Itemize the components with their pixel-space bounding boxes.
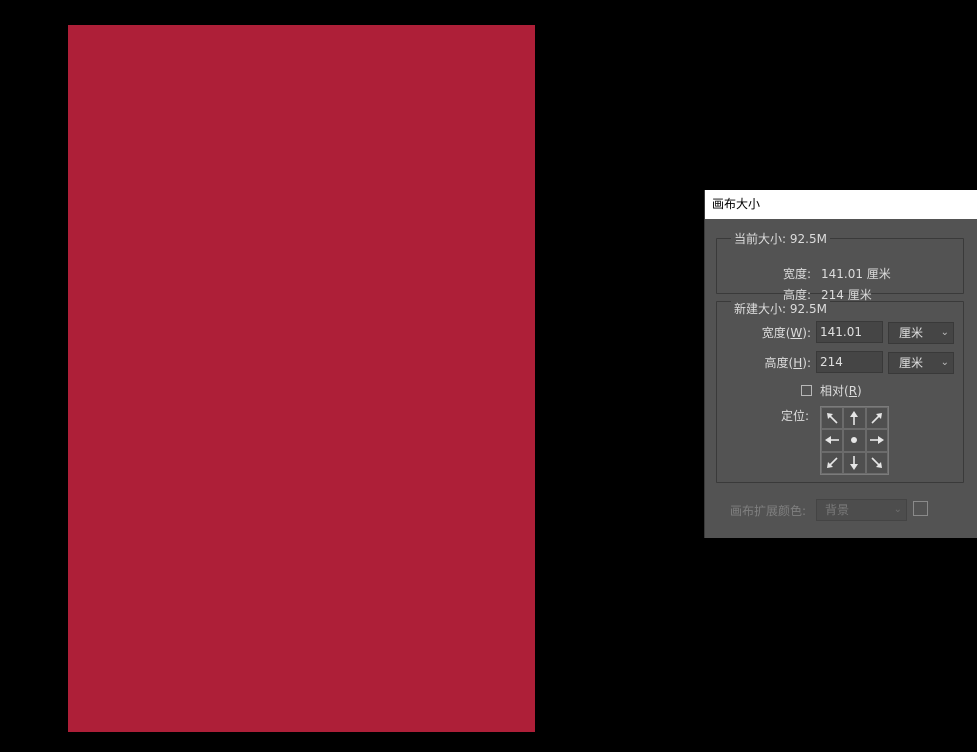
arrow-down-left-icon	[827, 457, 838, 468]
chevron-down-icon: ⌄	[940, 327, 949, 338]
new-height-label: 高度(H):	[764, 356, 811, 370]
chevron-down-icon: ⌄	[940, 357, 949, 368]
current-width-value: 141.01 厘米	[821, 267, 891, 281]
extension-color-value: 背景	[825, 503, 850, 517]
current-size-group: 当前大小: 92.5M 宽度: 141.01 厘米 高度: 214 厘米	[716, 230, 964, 302]
arrow-right-icon	[869, 436, 884, 445]
extension-color-label: 画布扩展颜色:	[730, 504, 807, 518]
document-canvas	[68, 25, 535, 732]
arrow-up-icon	[850, 411, 859, 426]
width-unit-select[interactable]: 厘米 ⌄	[888, 322, 954, 344]
arrow-down-icon	[850, 455, 859, 470]
anchor-bottom-left[interactable]	[821, 451, 844, 474]
chevron-down-icon: ⌄	[893, 504, 902, 515]
extension-color-swatch[interactable]	[913, 501, 928, 516]
arrow-up-left-icon	[827, 413, 838, 424]
current-size-legend: 当前大小: 92.5M	[734, 232, 827, 246]
dialog-title: 画布大小	[705, 190, 977, 219]
anchor-bottom[interactable]	[843, 451, 866, 474]
canvas-size-dialog: 画布大小 当前大小: 92.5M 宽度: 141.01 厘米 高度: 214 厘…	[704, 190, 977, 538]
anchor-bottom-right[interactable]	[865, 451, 888, 474]
anchor-center-dot-icon	[851, 437, 858, 444]
height-input[interactable]: 214	[816, 351, 883, 373]
height-unit-value: 厘米	[899, 356, 924, 370]
arrow-left-icon	[825, 436, 840, 445]
new-width-label: 宽度(W):	[761, 326, 811, 340]
anchor-top[interactable]	[843, 407, 866, 430]
height-unit-select[interactable]: 厘米 ⌄	[888, 352, 954, 374]
width-input[interactable]: 141.01	[816, 321, 883, 343]
current-width-label: 宽度:	[782, 267, 811, 281]
anchor-label: 定位:	[781, 409, 810, 423]
anchor-right[interactable]	[865, 429, 888, 452]
anchor-left[interactable]	[821, 429, 844, 452]
new-size-legend: 新建大小: 92.5M	[731, 300, 830, 317]
anchor-grid	[820, 406, 889, 475]
anchor-center[interactable]	[843, 429, 866, 452]
relative-label[interactable]: 相对(R)	[820, 382, 862, 399]
arrow-down-right-icon	[871, 457, 882, 468]
relative-checkbox[interactable]	[801, 385, 812, 396]
anchor-top-right[interactable]	[865, 407, 888, 430]
width-unit-value: 厘米	[899, 326, 924, 340]
arrow-up-right-icon	[871, 413, 882, 424]
anchor-top-left[interactable]	[821, 407, 844, 430]
extension-color-select[interactable]: 背景 ⌄	[816, 499, 907, 521]
